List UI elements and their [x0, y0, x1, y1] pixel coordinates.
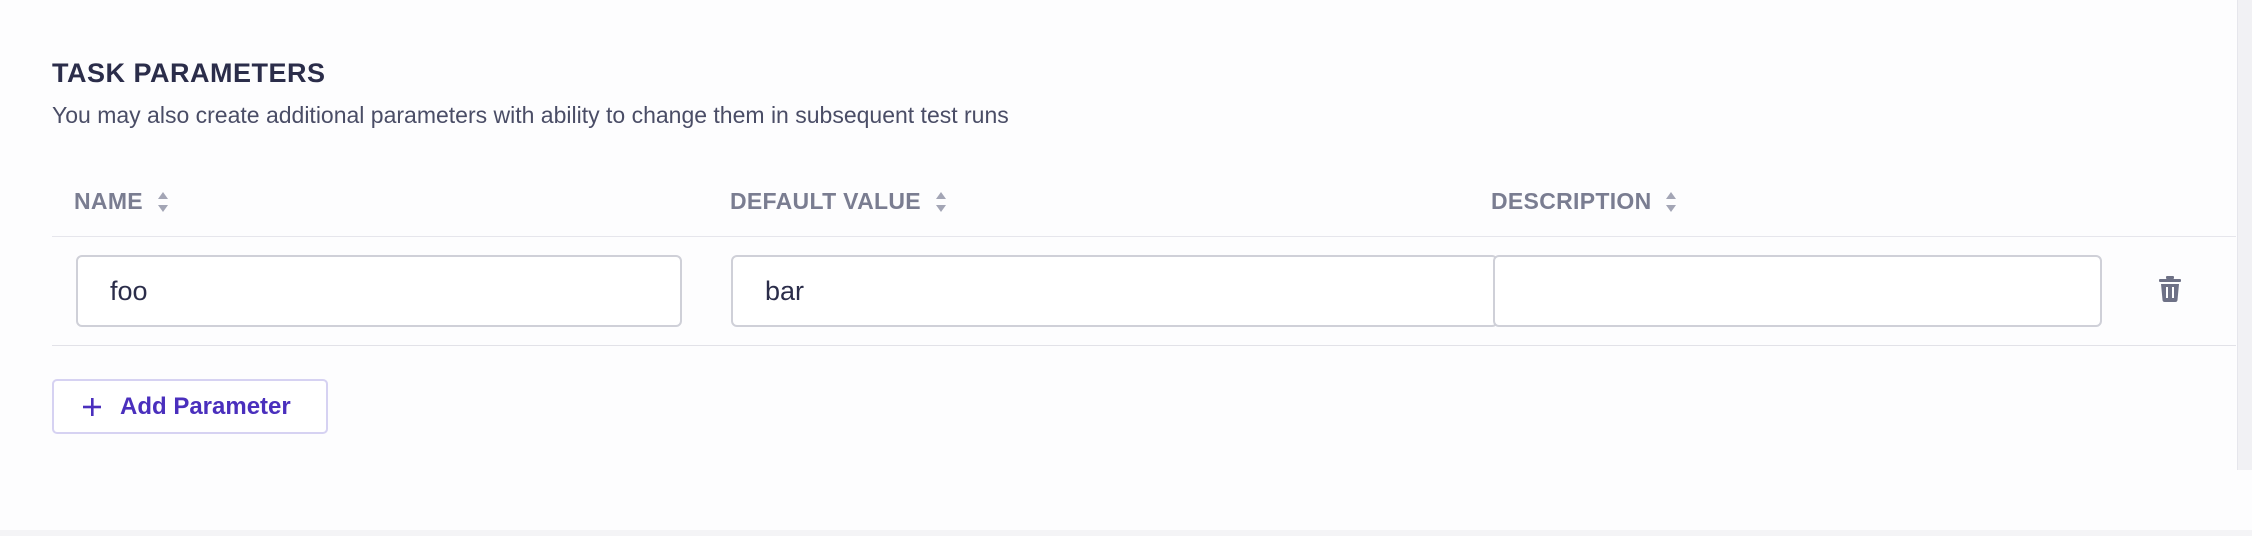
sort-icon[interactable]	[935, 190, 951, 214]
column-header-label: DESCRIPTION	[1491, 188, 1652, 214]
trash-icon	[2159, 275, 2181, 307]
column-header-label: DEFAULT VALUE	[730, 188, 921, 214]
page: TASK PARAMETERS You may also create addi…	[0, 0, 2252, 536]
column-header-name[interactable]: NAME	[74, 188, 173, 215]
section-subtitle: You may also create additional parameter…	[52, 102, 1009, 128]
bottom-divider	[0, 530, 2252, 536]
add-parameter-label: Add Parameter	[120, 392, 291, 420]
column-header-default-value[interactable]: DEFAULT VALUE	[730, 188, 951, 215]
delete-row-button[interactable]	[2150, 271, 2190, 311]
parameter-name-input[interactable]	[76, 255, 682, 327]
sort-icon[interactable]	[157, 190, 173, 214]
table-row	[52, 237, 2236, 346]
vertical-scrollbar[interactable]	[2237, 0, 2252, 470]
column-header-label: NAME	[74, 188, 143, 214]
parameter-default-value-input[interactable]	[731, 255, 1498, 327]
plus-icon	[82, 397, 102, 417]
sort-icon[interactable]	[1665, 190, 1681, 214]
parameter-description-input[interactable]	[1493, 255, 2102, 327]
add-parameter-button[interactable]: Add Parameter	[52, 379, 328, 434]
column-header-description[interactable]: DESCRIPTION	[1491, 188, 1681, 215]
table-header: NAME DEFAULT VALUE DESCRIPTION	[52, 168, 2236, 237]
section-title: TASK PARAMETERS	[52, 58, 326, 88]
